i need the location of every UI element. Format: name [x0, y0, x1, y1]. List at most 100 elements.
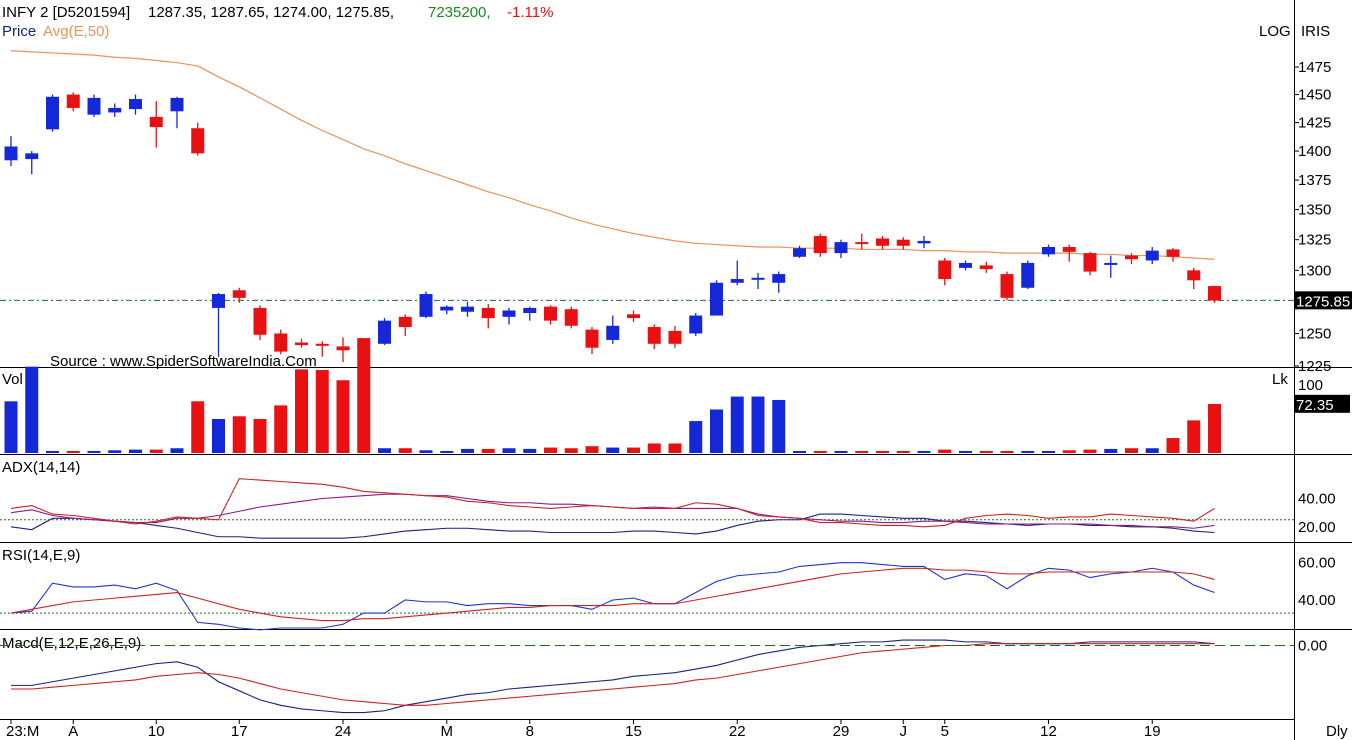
- signal-line: [11, 643, 1215, 706]
- candle-body: [564, 309, 578, 326]
- volume-bar: [959, 450, 972, 453]
- change-label: -1.11%: [507, 4, 553, 21]
- candle-body: [502, 310, 516, 317]
- price-tick-label: 1325: [1298, 232, 1331, 249]
- candle-body: [336, 346, 350, 351]
- candle-body: [108, 107, 122, 113]
- stock-chart: INFY 2 [D5201594] 1287.35, 1287.65, 1274…: [0, 0, 1352, 740]
- time-axis: 23:M A 10 17 24 M 8 15 22 29 J 5 12 19: [6, 720, 1161, 740]
- legend-avg: Avg(E,50): [43, 23, 109, 40]
- time-tick-label: A: [68, 723, 78, 740]
- volume-bar: [585, 446, 599, 453]
- volume-bar: [25, 366, 39, 453]
- volume-bar: [357, 338, 371, 453]
- volume-bar: [544, 447, 557, 453]
- time-tick-label: 23:M: [6, 723, 39, 740]
- candle-body: [191, 128, 205, 154]
- volume-bar: [647, 443, 661, 453]
- candle-body: [170, 97, 184, 112]
- volume-bar: [440, 450, 454, 453]
- candle-body: [1104, 262, 1118, 265]
- candle-body: [606, 325, 620, 340]
- candle-body: [1166, 249, 1180, 257]
- candle-body: [1062, 246, 1076, 252]
- adx-title: ADX(14,14): [2, 459, 80, 476]
- volume-bar: [419, 450, 433, 453]
- volume-bar: [813, 450, 827, 453]
- timeframe-label[interactable]: Dly: [1326, 723, 1348, 740]
- volume-bar: [793, 450, 806, 453]
- volume-bar: [938, 449, 952, 453]
- candle-body: [627, 314, 640, 319]
- candle-body: [585, 329, 599, 348]
- adx-panel: 20.00 40.00: [0, 478, 1336, 539]
- volume-bar: [689, 421, 703, 453]
- volume-bar: [336, 380, 350, 453]
- price-tick-label: 1475: [1298, 59, 1331, 76]
- volume-bar: [170, 448, 184, 453]
- candle-body: [1145, 250, 1159, 261]
- volume-bar: [1062, 450, 1076, 453]
- candle-body: [4, 146, 18, 161]
- volume-tick-label: 100: [1298, 377, 1323, 394]
- volume-bar: [1208, 404, 1221, 453]
- adx-tick-label: 40.00: [1298, 491, 1336, 508]
- volume-bar: [4, 401, 18, 453]
- volume-bar: [1042, 450, 1055, 453]
- adx-tick-label: 20.00: [1298, 519, 1336, 536]
- candle-body: [378, 320, 391, 344]
- volume-bar: [917, 450, 931, 453]
- macd-tick-label: 0.00: [1298, 638, 1327, 655]
- rsi-title: RSI(14,E,9): [2, 547, 80, 564]
- candle-body: [1083, 253, 1097, 272]
- rsi-tick-label: 40.00: [1298, 592, 1336, 609]
- panel-frames: [0, 0, 1352, 740]
- candle-body: [730, 279, 744, 283]
- price-tick-label: 1225: [1298, 358, 1331, 375]
- candle-body: [979, 265, 993, 270]
- volume-bar: [606, 447, 620, 453]
- volume-last-label: 72.35: [1296, 397, 1334, 414]
- volume-bar: [855, 450, 869, 453]
- candle-body: [315, 343, 329, 346]
- price-tick-label: 1425: [1298, 115, 1331, 132]
- candle-body: [710, 282, 723, 316]
- log-label[interactable]: LOG: [1259, 23, 1291, 40]
- candle-body: [772, 274, 786, 283]
- volume-bar: [1083, 449, 1097, 453]
- volume-bar: [896, 450, 910, 453]
- iris-label[interactable]: IRIS: [1301, 23, 1330, 40]
- volume-bar: [564, 448, 578, 453]
- ohlc-label: 1287.35, 1287.65, 1274.00, 1275.85,: [148, 4, 394, 21]
- volume-bar: [1125, 448, 1138, 453]
- candle-body: [87, 97, 101, 115]
- volume-label: 7235200,: [428, 4, 491, 21]
- candle-body: [129, 99, 142, 110]
- time-tick-label: 10: [148, 723, 165, 740]
- volume-bar: [979, 450, 993, 453]
- time-tick-label: 19: [1144, 723, 1161, 740]
- volume-bar: [149, 449, 163, 453]
- volume-bar: [1104, 448, 1118, 453]
- candle-body: [419, 294, 433, 317]
- volume-title: Vol: [2, 371, 23, 388]
- volume-bar: [129, 449, 142, 453]
- candle-body: [689, 315, 703, 334]
- time-tick-label: 24: [335, 723, 352, 740]
- rsi-tick-label: 60.00: [1298, 555, 1336, 572]
- time-tick-label: 8: [526, 723, 534, 740]
- candle-body: [668, 330, 682, 344]
- volume-bar: [378, 448, 391, 453]
- time-tick-label: 12: [1040, 723, 1057, 740]
- candle-body: [959, 262, 972, 268]
- candle-body: [855, 242, 869, 245]
- volume-bar: [876, 450, 889, 453]
- volume-bar: [461, 448, 474, 453]
- volume-bar: [668, 443, 682, 453]
- volume-unit: Lk: [1272, 371, 1288, 388]
- price-tick-label: 1400: [1298, 143, 1331, 160]
- time-tick-label: 17: [231, 723, 248, 740]
- price-tick-label: 1350: [1298, 202, 1331, 219]
- volume-bar: [1145, 448, 1159, 453]
- volume-bar: [191, 401, 205, 453]
